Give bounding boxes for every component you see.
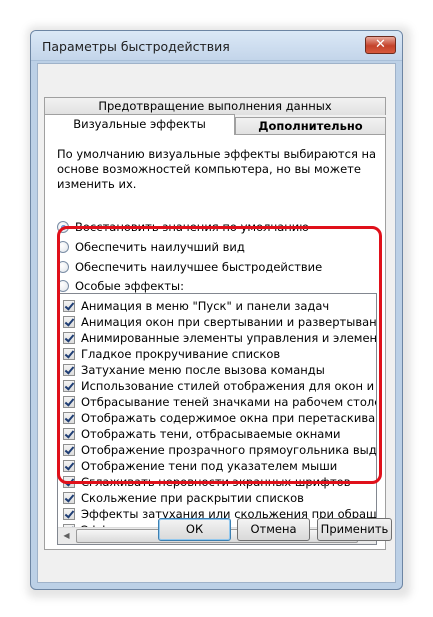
effect-label: Анимация окон при свертывании и разверты…: [81, 315, 377, 329]
effect-label: Сглаживать неровности экранных шрифтов: [81, 475, 351, 489]
list-item[interactable]: Отображение тени под указателем мыши: [63, 458, 376, 474]
list-item[interactable]: Отображать тени, отбрасываемые окнами: [63, 426, 376, 442]
ok-button[interactable]: ОК: [158, 518, 231, 541]
list-item[interactable]: Скольжение при раскрытии списков: [63, 490, 376, 506]
effect-label: Отбрасывание теней значками на рабочем с…: [81, 395, 377, 409]
radio-button[interactable]: [57, 241, 69, 253]
effect-label: Отображение прозрачного прямоугольника в…: [81, 443, 377, 457]
effect-label: Отображать тени, отбрасываемые окнами: [81, 427, 341, 441]
radio-button[interactable]: [57, 261, 69, 273]
checkbox[interactable]: [63, 428, 75, 440]
effect-label: Использование стилей отображения для око…: [81, 379, 376, 393]
radio-default[interactable]: Восстановить значения по умолчанию: [57, 219, 309, 235]
checkbox[interactable]: [63, 348, 75, 360]
checkbox[interactable]: [63, 508, 75, 520]
radio-label: Обеспечить наилучший вид: [75, 240, 245, 254]
checkbox[interactable]: [63, 444, 75, 456]
list-item[interactable]: Отбрасывание теней значками на рабочем с…: [63, 394, 377, 410]
radio-button[interactable]: [57, 280, 69, 292]
list-item[interactable]: Отображать содержимое окна при перетаски…: [63, 410, 377, 426]
list-item[interactable]: Анимация окон при свертывании и разверты…: [63, 314, 377, 330]
tab-visual-effects[interactable]: Визуальные эффекты: [44, 114, 235, 135]
checkbox[interactable]: [63, 492, 75, 504]
visual-effects-panel: По умолчанию визуальные эффекты выбирают…: [44, 134, 386, 550]
description-text: По умолчанию визуальные эффекты выбирают…: [57, 147, 377, 191]
checkbox[interactable]: [63, 364, 75, 376]
scroll-left-icon[interactable]: ◀: [58, 528, 75, 544]
effect-label: Гладкое прокручивание списков: [81, 347, 281, 361]
title-bar[interactable]: Параметры быстродействия ✕: [31, 31, 402, 61]
checkbox[interactable]: [63, 412, 75, 424]
close-button[interactable]: ✕: [365, 36, 396, 54]
tab-data-execution-prevention[interactable]: Предотвращение выполнения данных: [44, 97, 386, 115]
checkbox[interactable]: [63, 380, 75, 392]
list-item[interactable]: Анимированные элементы управления и элем…: [63, 330, 377, 346]
checkbox[interactable]: [63, 460, 75, 472]
cancel-button[interactable]: Отмена: [237, 518, 310, 541]
checkbox[interactable]: [63, 332, 75, 344]
checkbox[interactable]: [63, 396, 75, 408]
effect-label: Анимированные элементы управления и элем…: [81, 331, 377, 345]
radio-button[interactable]: [57, 221, 69, 233]
list-item[interactable]: Гладкое прокручивание списков: [63, 346, 376, 362]
list-item[interactable]: Затухание меню после вызова команды: [63, 362, 376, 378]
list-item[interactable]: Анимация в меню "Пуск" и панели задач: [63, 298, 376, 314]
checkbox[interactable]: [63, 300, 75, 312]
window-title: Параметры быстродействия: [42, 39, 230, 54]
radio-label: Восстановить значения по умолчанию: [75, 220, 309, 234]
list-item[interactable]: Сглаживать неровности экранных шрифтов: [63, 474, 376, 490]
checkbox[interactable]: [63, 316, 75, 328]
radio-label: Особые эффекты:: [75, 279, 184, 293]
radio-best-performance[interactable]: Обеспечить наилучшее быстродействие: [57, 259, 322, 275]
effects-listbox[interactable]: Анимация в меню "Пуск" и панели задач Ан…: [57, 293, 377, 545]
effect-label: Затухание меню после вызова команды: [81, 363, 325, 377]
radio-best-appearance[interactable]: Обеспечить наилучший вид: [57, 239, 245, 255]
apply-button[interactable]: Применить: [317, 518, 392, 541]
close-icon: ✕: [375, 37, 386, 52]
checkbox[interactable]: [63, 476, 75, 488]
effect-label: Анимация в меню "Пуск" и панели задач: [81, 299, 330, 313]
effect-label: Отображение тени под указателем мыши: [81, 459, 338, 473]
list-item[interactable]: Использование стилей отображения для око…: [63, 378, 376, 394]
list-item[interactable]: Отображение прозрачного прямоугольника в…: [63, 442, 377, 458]
effect-label: Скольжение при раскрытии списков: [81, 491, 304, 505]
effect-label: Отображать содержимое окна при перетаски…: [81, 411, 377, 425]
radio-custom[interactable]: Особые эффекты:: [57, 278, 184, 294]
tab-advanced[interactable]: Дополнительно: [235, 117, 386, 135]
radio-label: Обеспечить наилучшее быстродействие: [75, 260, 323, 274]
dialog-content: Предотвращение выполнения данных Визуаль…: [36, 62, 395, 582]
